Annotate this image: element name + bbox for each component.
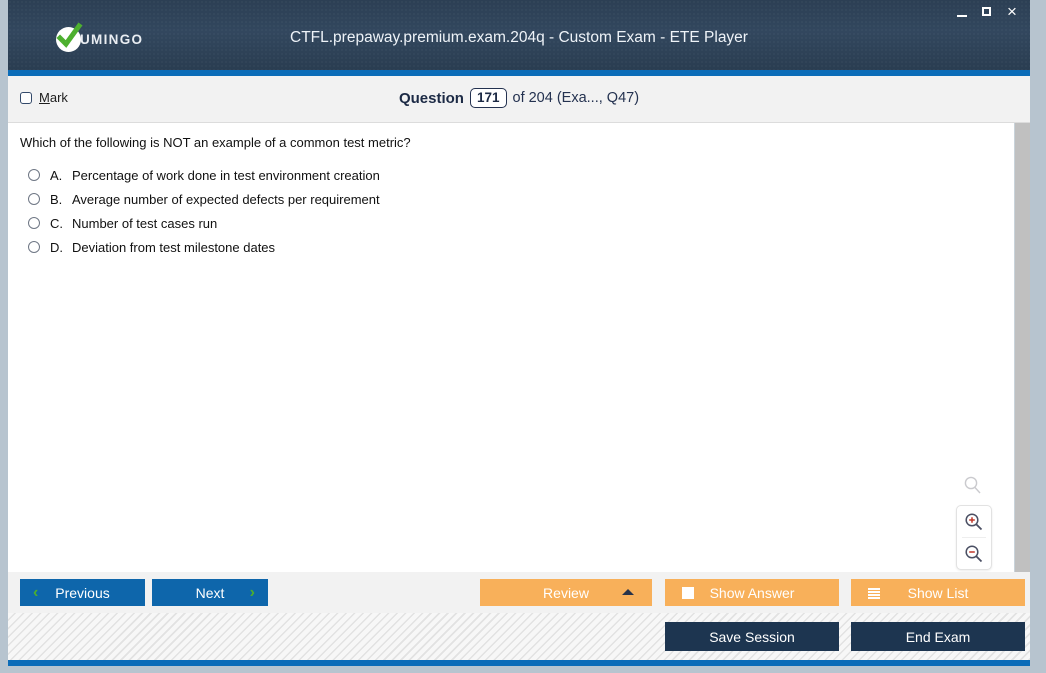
answer-options-list: A. Percentage of work done in test envir… — [20, 163, 920, 259]
save-session-button[interactable]: Save Session — [665, 622, 839, 651]
radio-button-c[interactable] — [28, 217, 40, 229]
show-list-checkbox[interactable] — [868, 587, 880, 599]
chevron-right-icon: › — [249, 583, 255, 601]
title-bar: UMINGO CTFL.prepaway.premium.exam.204q -… — [8, 0, 1030, 70]
window-frame-left — [0, 0, 8, 673]
option-text-c: Number of test cases run — [72, 215, 218, 231]
footer-bar: Save Session End Exam — [8, 613, 1030, 660]
previous-button-label: Previous — [55, 584, 110, 601]
review-button-label: Review — [543, 584, 589, 601]
option-letter-d: D. — [50, 239, 63, 255]
show-list-button[interactable]: Show List — [851, 579, 1025, 606]
zoom-tool-cluster — [956, 471, 992, 570]
zoom-buttons-panel — [956, 505, 992, 570]
answer-option-b[interactable]: B. Average number of expected defects pe… — [20, 187, 920, 211]
radio-button-b[interactable] — [28, 193, 40, 205]
question-counter: Question 171 of 204 (Exa..., Q47) — [8, 88, 1030, 108]
question-header: Mark Question 171 of 204 (Exa..., Q47) — [8, 76, 1030, 123]
end-exam-button[interactable]: End Exam — [851, 622, 1025, 651]
question-number-input[interactable]: 171 — [469, 88, 507, 108]
option-text-b: Average number of expected defects per r… — [72, 191, 380, 207]
next-button-label: Next — [195, 584, 225, 601]
question-word-label: Question — [398, 89, 464, 107]
question-total-label: of 204 (Exa..., Q47) — [512, 90, 640, 106]
show-answer-label: Show Answer — [709, 584, 795, 601]
magnifier-icon[interactable] — [956, 471, 990, 501]
window-title: CTFL.prepaway.premium.exam.204q - Custom… — [290, 29, 748, 46]
option-letter-b: B. — [50, 191, 63, 207]
window-frame-bottom — [0, 666, 1046, 673]
window-controls: × — [954, 3, 1020, 20]
navigation-bar: ‹ Previous Next › Review Show Answer Sho… — [8, 572, 1030, 613]
chevron-left-icon: ‹ — [33, 583, 39, 601]
end-exam-label: End Exam — [905, 628, 971, 645]
ete-player-window: UMINGO CTFL.prepaway.premium.exam.204q -… — [0, 0, 1046, 673]
option-text-d: Deviation from test milestone dates — [72, 239, 276, 255]
question-body: Which of the following is NOT an example… — [8, 123, 1015, 572]
chevron-up-icon — [622, 589, 634, 595]
answer-option-d[interactable]: D. Deviation from test milestone dates — [20, 235, 920, 259]
close-icon[interactable]: × — [1004, 3, 1020, 20]
save-session-label: Save Session — [709, 628, 795, 645]
show-answer-button[interactable]: Show Answer — [665, 579, 839, 606]
zoom-in-icon[interactable] — [957, 506, 991, 537]
zoom-out-icon[interactable] — [957, 538, 991, 569]
option-letter-a: A. — [50, 167, 63, 183]
show-list-label: Show List — [907, 584, 969, 601]
next-button[interactable]: Next › — [152, 579, 268, 606]
question-text: Which of the following is NOT an example… — [20, 135, 411, 150]
radio-button-d[interactable] — [28, 241, 40, 253]
window-frame-right — [1038, 0, 1046, 673]
show-answer-checkbox[interactable] — [682, 587, 694, 599]
option-letter-c: C. — [50, 215, 63, 231]
maximize-icon[interactable] — [979, 4, 995, 20]
radio-button-a[interactable] — [28, 169, 40, 181]
vertical-scrollbar[interactable] — [1015, 123, 1030, 572]
previous-button[interactable]: ‹ Previous — [20, 579, 145, 606]
answer-option-a[interactable]: A. Percentage of work done in test envir… — [20, 163, 920, 187]
answer-option-c[interactable]: C. Number of test cases run — [20, 211, 920, 235]
option-text-a: Percentage of work done in test environm… — [72, 167, 380, 183]
review-button[interactable]: Review — [480, 579, 652, 606]
minimize-icon[interactable] — [954, 4, 970, 20]
